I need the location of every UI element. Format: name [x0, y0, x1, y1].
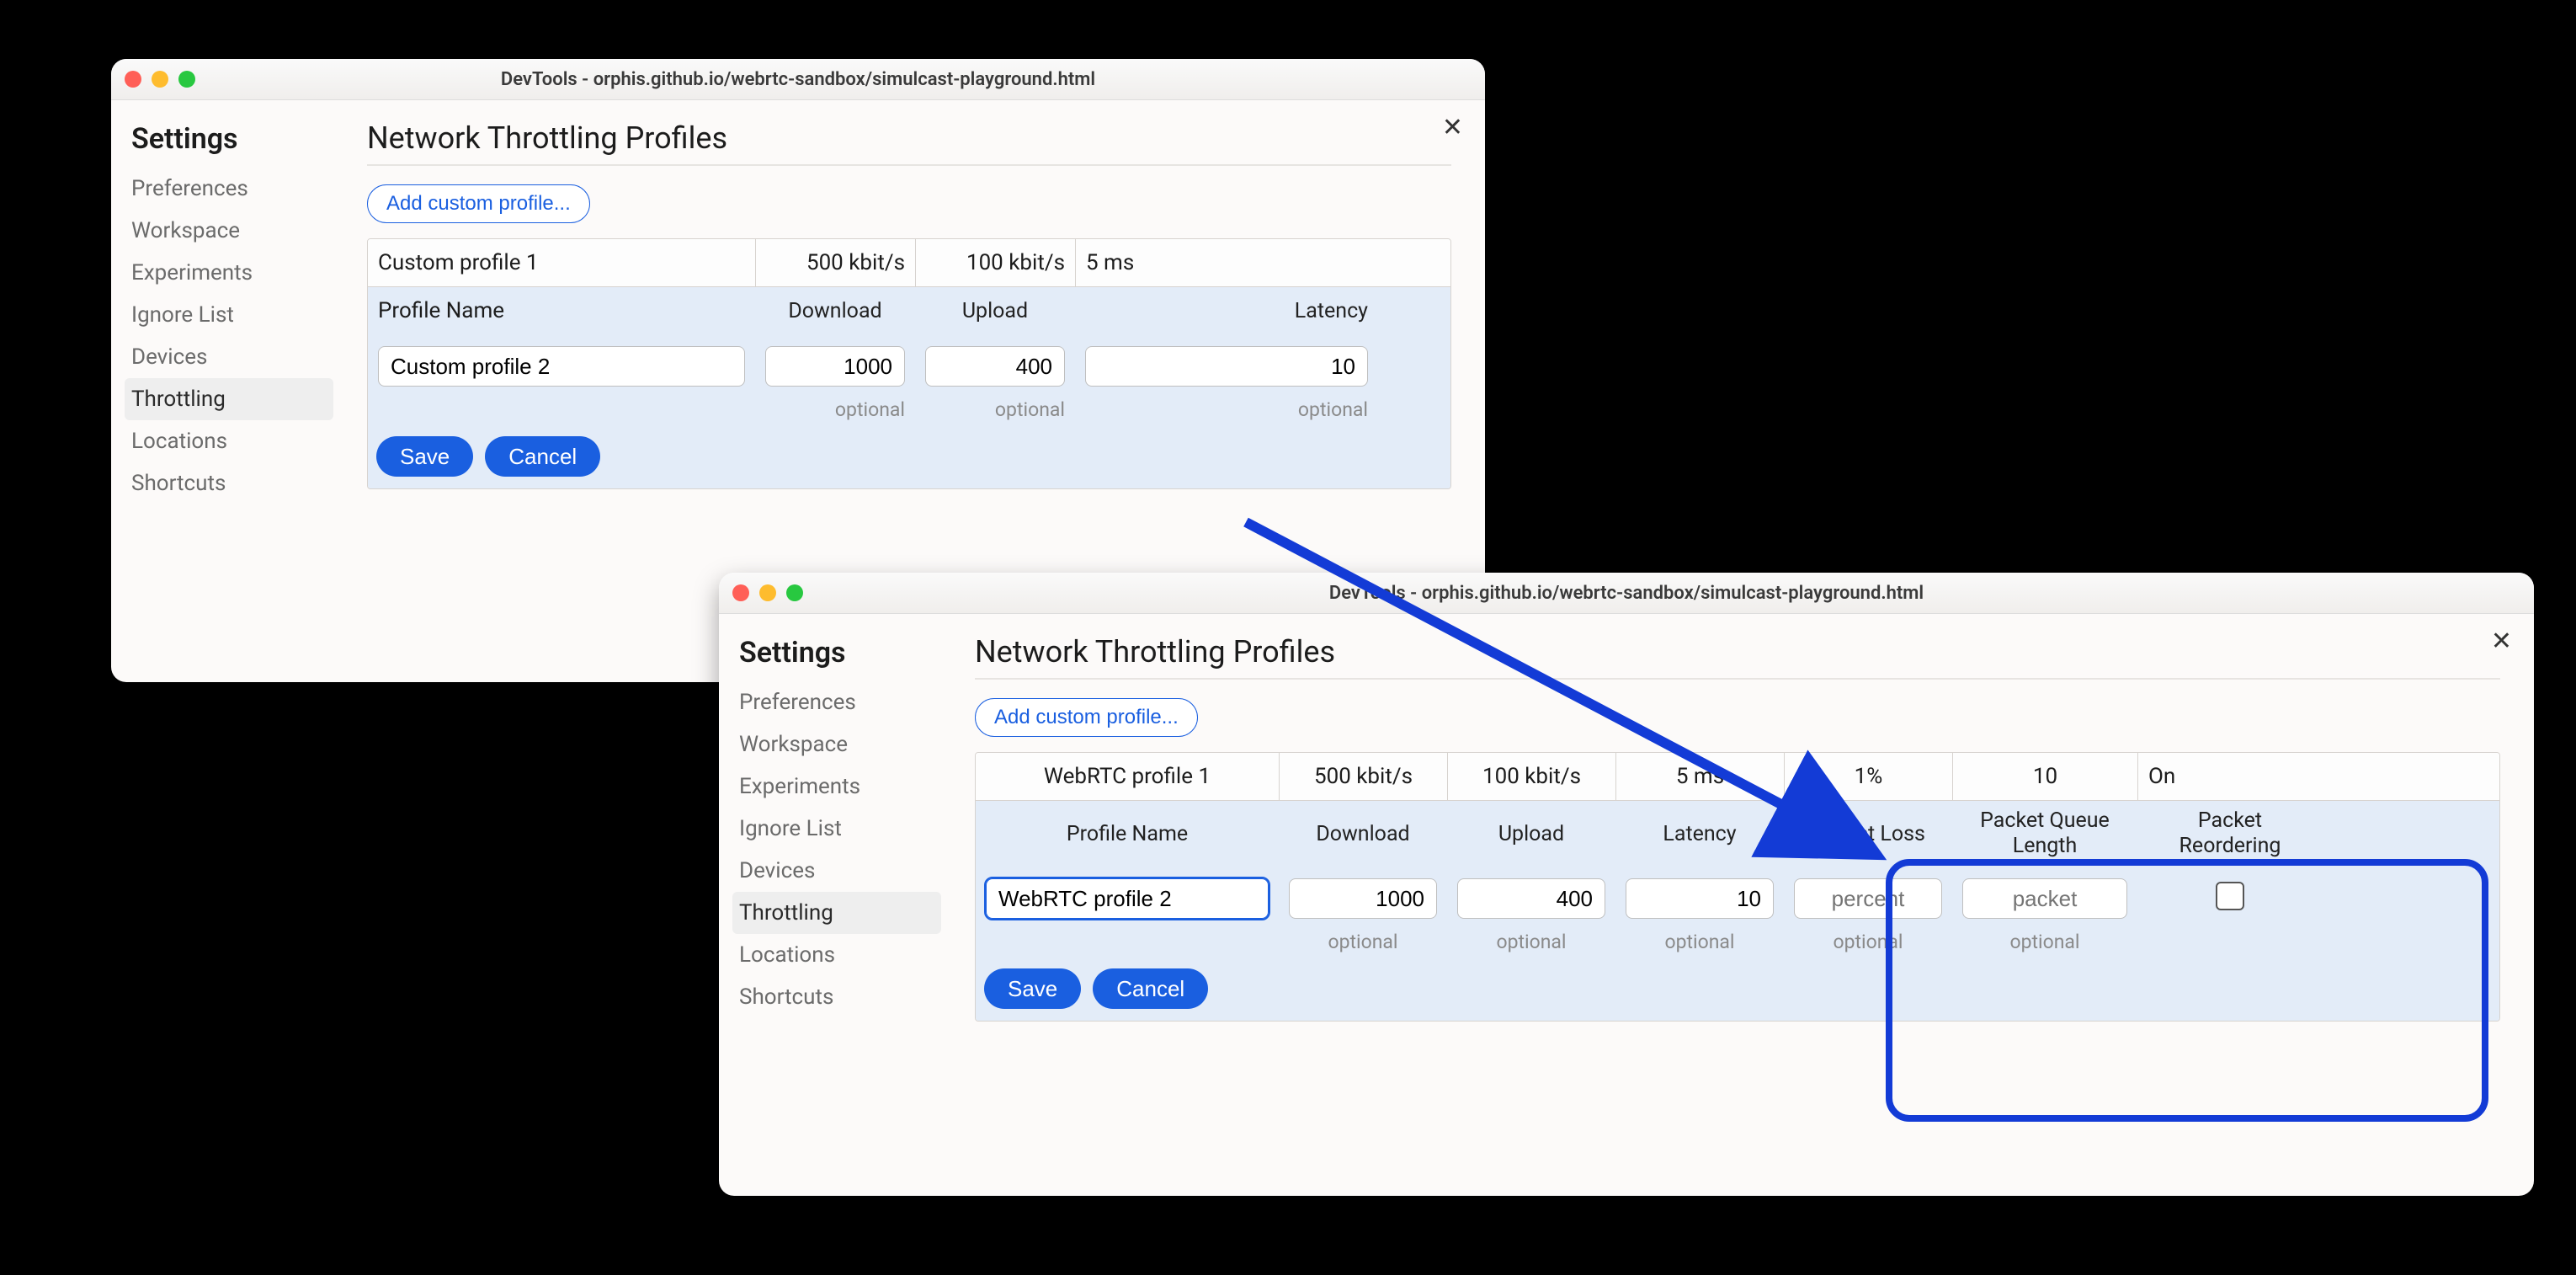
- table-header: Profile Name Download Upload Latency Pac…: [976, 801, 2499, 867]
- hint-optional: optional: [1952, 931, 2137, 953]
- hint-optional: optional: [1075, 398, 1378, 421]
- cell-profile-name: WebRTC profile 1: [976, 764, 1279, 789]
- sidebar-item-experiments[interactable]: Experiments: [131, 252, 333, 294]
- hint-optional: optional: [755, 398, 915, 421]
- traffic-lights: [732, 584, 803, 601]
- col-upload: Upload: [915, 299, 1075, 323]
- window-title: DevTools - orphis.github.io/webrtc-sandb…: [111, 69, 1485, 90]
- devtools-window-after: DevTools - orphis.github.io/webrtc-sandb…: [719, 573, 2534, 1196]
- minimize-icon[interactable]: [759, 584, 776, 601]
- sidebar-item-throttling[interactable]: Throttling: [732, 892, 941, 934]
- cancel-button[interactable]: Cancel: [485, 436, 600, 477]
- titlebar[interactable]: DevTools - orphis.github.io/webrtc-sandb…: [719, 573, 2534, 614]
- edit-actions: Save Cancel: [976, 960, 2499, 1021]
- sidebar-item-locations[interactable]: Locations: [131, 420, 333, 462]
- cell-download: 500 kbit/s: [755, 239, 915, 286]
- download-input[interactable]: [765, 346, 905, 387]
- sidebar-item-preferences[interactable]: Preferences: [131, 168, 333, 210]
- zoom-icon[interactable]: [786, 584, 803, 601]
- sidebar-item-ignore-list[interactable]: Ignore List: [131, 294, 333, 336]
- sidebar-item-workspace[interactable]: Workspace: [131, 210, 333, 252]
- profile-name-input[interactable]: [986, 878, 1269, 919]
- sidebar-item-preferences[interactable]: Preferences: [739, 681, 941, 723]
- table-row[interactable]: Custom profile 1 500 kbit/s 100 kbit/s 5…: [368, 239, 1450, 287]
- hint-optional: optional: [1447, 931, 1615, 953]
- download-input[interactable]: [1289, 878, 1437, 919]
- settings-heading: Settings: [739, 636, 941, 670]
- page-title: Network Throttling Profiles: [975, 634, 2500, 680]
- table-row[interactable]: WebRTC profile 1 500 kbit/s 100 kbit/s 5…: [976, 753, 2499, 801]
- cell-packet-queue: 10: [1952, 753, 2137, 800]
- cell-profile-name: Custom profile 1: [368, 250, 755, 275]
- col-profile-name: Profile Name: [368, 298, 755, 323]
- close-icon[interactable]: [125, 71, 141, 88]
- settings-sidebar: Settings Preferences Workspace Experimen…: [111, 100, 333, 682]
- col-upload: Upload: [1447, 822, 1615, 846]
- edit-actions: Save Cancel: [368, 428, 1450, 488]
- col-packet-queue: Packet Queue Length: [1952, 808, 2137, 859]
- sidebar-item-shortcuts[interactable]: Shortcuts: [739, 976, 941, 1018]
- sidebar-item-workspace[interactable]: Workspace: [739, 723, 941, 766]
- upload-input[interactable]: [1457, 878, 1605, 919]
- settings-sidebar: Settings Preferences Workspace Experimen…: [719, 614, 941, 1196]
- zoom-icon[interactable]: [178, 71, 195, 88]
- cell-latency: 5 ms: [1075, 239, 1378, 286]
- cell-packet-loss: 1%: [1784, 753, 1952, 800]
- settings-heading: Settings: [131, 122, 333, 156]
- minimize-icon[interactable]: [152, 71, 168, 88]
- col-packet-loss: Packet Loss: [1784, 822, 1952, 846]
- col-profile-name: Profile Name: [976, 822, 1279, 846]
- save-button[interactable]: Save: [984, 968, 1081, 1009]
- close-icon[interactable]: [732, 584, 749, 601]
- close-settings-icon[interactable]: ✕: [1442, 115, 1463, 141]
- sidebar-item-devices[interactable]: Devices: [739, 850, 941, 892]
- add-custom-profile-button[interactable]: Add custom profile...: [975, 698, 1198, 737]
- edit-row: [368, 334, 1450, 398]
- col-download: Download: [755, 299, 915, 323]
- profile-name-input[interactable]: [378, 346, 745, 387]
- profiles-table: Custom profile 1 500 kbit/s 100 kbit/s 5…: [367, 238, 1451, 489]
- window-title: DevTools - orphis.github.io/webrtc-sandb…: [719, 583, 2534, 604]
- latency-input[interactable]: [1626, 878, 1774, 919]
- cell-upload: 100 kbit/s: [1447, 753, 1615, 800]
- upload-input[interactable]: [925, 346, 1065, 387]
- hints-row: optional optional optional optional opti…: [976, 931, 2499, 960]
- traffic-lights: [125, 71, 195, 88]
- cell-upload: 100 kbit/s: [915, 239, 1075, 286]
- hints-row: optional optional optional: [368, 398, 1450, 428]
- edit-row: [976, 867, 2499, 931]
- packet-queue-input[interactable]: [1962, 878, 2127, 919]
- cancel-button[interactable]: Cancel: [1093, 968, 1208, 1009]
- close-settings-icon[interactable]: ✕: [2491, 629, 2512, 654]
- hint-optional: optional: [1784, 931, 1952, 953]
- col-packet-reorder: Packet Reordering: [2137, 808, 2323, 859]
- col-latency: Latency: [1615, 822, 1784, 846]
- cell-packet-reorder: On: [2137, 753, 2323, 800]
- table-header: Profile Name Download Upload Latency: [368, 287, 1450, 334]
- sidebar-item-ignore-list[interactable]: Ignore List: [739, 808, 941, 850]
- packet-reorder-checkbox[interactable]: [2216, 882, 2244, 910]
- sidebar-item-locations[interactable]: Locations: [739, 934, 941, 976]
- col-latency: Latency: [1075, 299, 1378, 323]
- col-download: Download: [1279, 822, 1447, 846]
- cell-download: 500 kbit/s: [1279, 753, 1447, 800]
- latency-input[interactable]: [1085, 346, 1368, 387]
- page-title: Network Throttling Profiles: [367, 120, 1451, 166]
- save-button[interactable]: Save: [376, 436, 473, 477]
- hint-optional: optional: [1279, 931, 1447, 953]
- titlebar[interactable]: DevTools - orphis.github.io/webrtc-sandb…: [111, 59, 1485, 100]
- hint-optional: optional: [915, 398, 1075, 421]
- add-custom-profile-button[interactable]: Add custom profile...: [367, 184, 590, 223]
- packet-loss-input[interactable]: [1794, 878, 1942, 919]
- sidebar-item-devices[interactable]: Devices: [131, 336, 333, 378]
- cell-latency: 5 ms: [1615, 753, 1784, 800]
- profiles-table: WebRTC profile 1 500 kbit/s 100 kbit/s 5…: [975, 752, 2500, 1022]
- sidebar-item-experiments[interactable]: Experiments: [739, 766, 941, 808]
- settings-main: ✕ Network Throttling Profiles Add custom…: [941, 614, 2534, 1196]
- hint-optional: optional: [1615, 931, 1784, 953]
- sidebar-item-throttling[interactable]: Throttling: [125, 378, 333, 420]
- sidebar-item-shortcuts[interactable]: Shortcuts: [131, 462, 333, 504]
